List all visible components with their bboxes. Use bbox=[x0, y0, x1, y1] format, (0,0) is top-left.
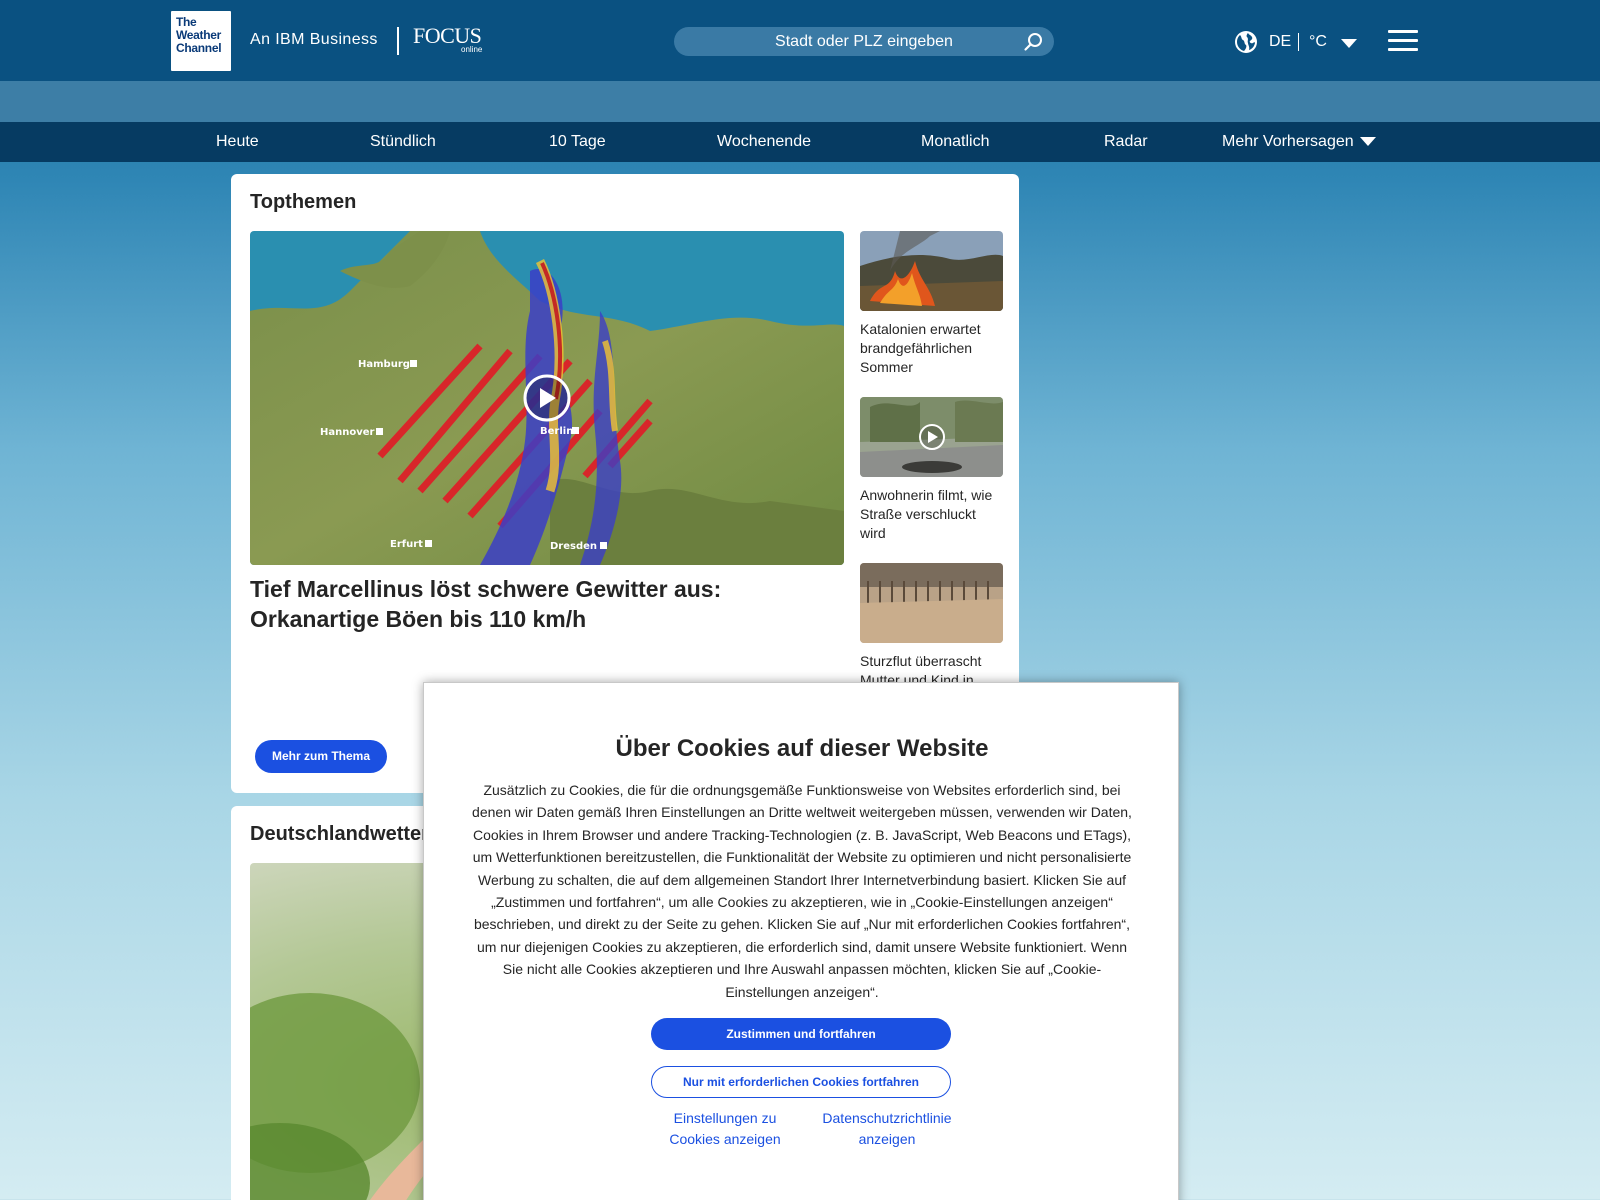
storm-radar-map: Hamburg Hannover Berlin Erfurt Dresden bbox=[250, 231, 844, 565]
map-city-label: Berlin bbox=[540, 426, 573, 437]
map-city-label: Erfurt bbox=[390, 539, 423, 550]
cookie-consent-dialog: Über Cookies auf dieser Website Zusätzli… bbox=[423, 682, 1179, 1200]
forecast-nav: Heute Stündlich 10 Tage Wochenende Monat… bbox=[0, 122, 1600, 162]
focus-online-sub: online bbox=[461, 45, 483, 54]
hamburger-menu-icon[interactable] bbox=[1388, 30, 1418, 52]
tab-monatlich[interactable]: Monatlich bbox=[921, 133, 989, 151]
weather-channel-logo[interactable]: The Weather Channel bbox=[171, 11, 231, 71]
hero-video-thumbnail[interactable]: Hamburg Hannover Berlin Erfurt Dresden bbox=[250, 231, 844, 565]
sinkhole-photo bbox=[860, 397, 1003, 477]
story-caption[interactable]: Anwohnerin filmt, wie Straße verschluckt… bbox=[860, 486, 1005, 543]
language-selector[interactable]: DE bbox=[1269, 33, 1291, 51]
top-header: The Weather Channel An IBM Business FOCU… bbox=[0, 0, 1600, 81]
cookie-dialog-body: Zusätzlich zu Cookies, die für die ordnu… bbox=[472, 782, 1132, 1000]
globe-icon[interactable] bbox=[1234, 30, 1258, 54]
tab-stuendlich[interactable]: Stündlich bbox=[370, 133, 436, 151]
tab-mehr-label: Mehr Vorhersagen bbox=[1222, 133, 1354, 150]
mehr-zum-thema-button[interactable]: Mehr zum Thema bbox=[255, 740, 387, 773]
section-title: Topthemen bbox=[250, 191, 357, 213]
map-city-label: Hamburg bbox=[358, 359, 410, 370]
chevron-down-icon[interactable] bbox=[1341, 39, 1357, 48]
hero-headline[interactable]: Tief Marcellinus löst schwere Gewitter a… bbox=[250, 574, 810, 634]
story-thumbnail-flood[interactable] bbox=[860, 563, 1003, 643]
flood-photo bbox=[860, 563, 1003, 643]
play-icon bbox=[523, 374, 571, 422]
tab-heute[interactable]: Heute bbox=[216, 133, 259, 151]
play-icon bbox=[919, 424, 945, 450]
settings-divider bbox=[1298, 33, 1299, 51]
tab-wochenende[interactable]: Wochenende bbox=[717, 133, 811, 151]
story-thumbnail-wildfire[interactable] bbox=[860, 231, 1003, 311]
wildfire-photo bbox=[860, 231, 1003, 311]
chevron-down-icon bbox=[1359, 137, 1376, 147]
ad-banner-strip bbox=[0, 81, 1600, 122]
search-icon[interactable] bbox=[1023, 31, 1044, 52]
section-title: Deutschlandwetter bbox=[250, 823, 429, 845]
ibm-business-label: An IBM Business bbox=[250, 31, 378, 48]
tab-radar[interactable]: Radar bbox=[1104, 133, 1148, 151]
accept-cookies-button[interactable]: Zustimmen und fortfahren bbox=[651, 1018, 951, 1050]
location-search-input[interactable]: Stadt oder PLZ eingeben bbox=[674, 27, 1054, 56]
map-city-label: Dresden bbox=[550, 541, 597, 552]
logo-line: Channel bbox=[176, 41, 222, 55]
cookie-settings-link[interactable]: Einstellungen zu Cookies anzeigen bbox=[662, 1108, 788, 1150]
story-caption[interactable]: Katalonien erwartet brandgefährlichen So… bbox=[860, 320, 1005, 377]
tab-10-tage[interactable]: 10 Tage bbox=[549, 133, 606, 151]
tab-mehr-vorhersagen[interactable]: Mehr Vorhersagen bbox=[1222, 133, 1376, 151]
privacy-policy-link[interactable]: Datenschutzrichtlinie anzeigen bbox=[812, 1108, 962, 1150]
map-city-label: Hannover bbox=[320, 427, 375, 438]
cookie-dialog-title: Über Cookies auf dieser Website bbox=[615, 735, 989, 762]
focus-online-logo[interactable]: FOCUS bbox=[413, 25, 482, 47]
search-placeholder: Stadt oder PLZ eingeben bbox=[775, 33, 953, 50]
essential-cookies-button[interactable]: Nur mit erforderlichen Cookies fortfahre… bbox=[651, 1066, 951, 1098]
story-thumbnail-sinkhole[interactable] bbox=[860, 397, 1003, 477]
unit-selector[interactable]: °C bbox=[1309, 33, 1327, 51]
logo-divider bbox=[397, 27, 399, 55]
